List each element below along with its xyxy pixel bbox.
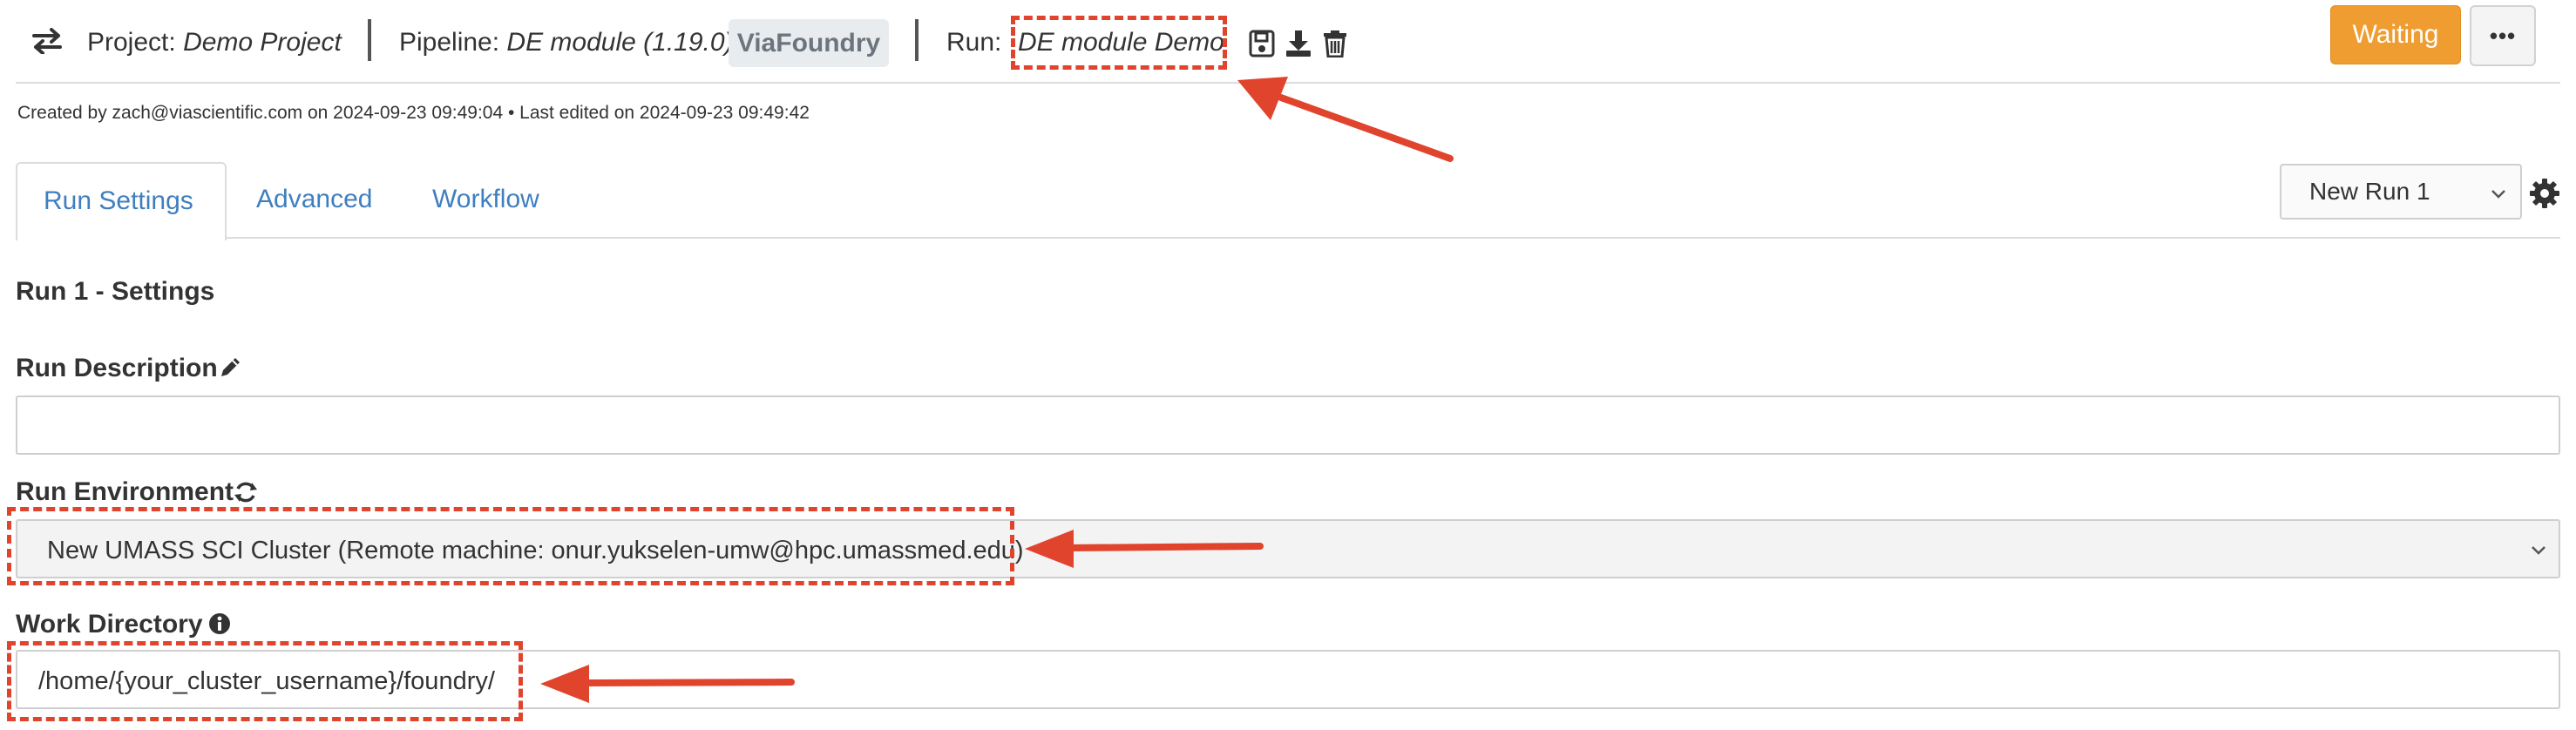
arrowhead-environment — [1025, 530, 1074, 568]
arrow-environment — [1061, 543, 1264, 551]
arrow-workdir — [580, 679, 795, 686]
annotation-arrows — [540, 77, 1454, 703]
arrow-run-name — [1278, 94, 1454, 162]
arrowhead-workdir — [540, 665, 589, 703]
